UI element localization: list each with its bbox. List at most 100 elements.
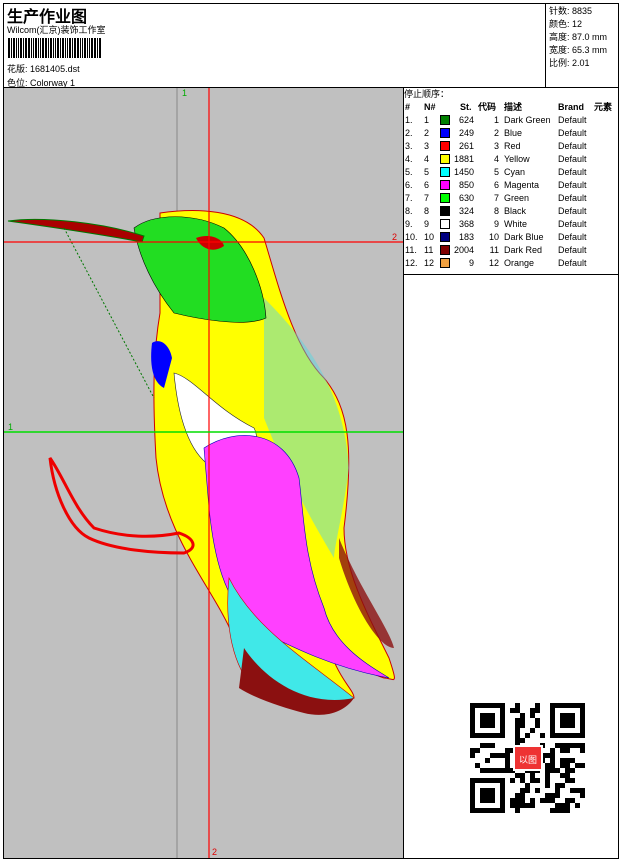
table-row: 2. 2 249 2 Blue Default [404,127,619,140]
row-code: 12 [488,258,499,268]
barcode-bar [23,38,24,58]
color-swatch [440,206,450,216]
table-row: 8. 8 324 8 Black Default [404,205,619,218]
barcode-bar [77,38,79,58]
row-n: 4 [424,154,430,164]
row-code: 5 [493,167,499,177]
barcode-bar [89,38,90,58]
barcode-bar [84,38,86,58]
row-index: 1. [405,115,413,125]
table-header: # N# St. 代码 描述 Brand 元素 [404,101,619,114]
row-index: 3. [405,141,413,151]
table-row: 6. 6 850 6 Magenta Default [404,179,619,192]
row-index: 2. [405,128,413,138]
barcode-bar [72,38,73,58]
col-stitches: St. [460,102,472,112]
row-n: 6 [424,180,430,190]
color-swatch [440,258,450,268]
row-index: 7. [405,193,413,203]
design-label: 花版: [7,64,28,74]
table-row: 3. 3 261 3 Red Default [404,140,619,153]
row-code: 4 [493,154,499,164]
color-swatch [440,154,450,164]
row-brand: Default [558,193,587,203]
row-index: 6. [405,180,413,190]
design-file-value: 1681405.dst [30,64,80,74]
barcode-bar [11,38,12,58]
col-code: 代码 [478,102,497,112]
row-index: 12. [405,258,418,268]
row-description: Red [504,141,521,151]
row-index: 5. [405,167,413,177]
barcode-bar [42,38,44,58]
row-brand: Default [558,115,587,125]
barcode-bar [33,38,34,58]
barcode-bar [20,38,22,58]
barcode-bar [50,38,52,58]
row-brand: Default [558,219,587,229]
barcode-bar [80,38,81,58]
row-brand: Default [558,245,587,255]
row-stitches: 261 [458,141,474,151]
design-scale: 比例: 2.01 [549,58,590,68]
row-code: 7 [493,193,499,203]
row-code: 2 [493,128,499,138]
table-row: 12. 12 9 12 Orange Default [404,257,619,270]
stop-sequence-table: 停止顺序： # N# St. 代码 描述 Brand 元素 1. 1 624 1… [404,88,619,275]
table-row: 10. 10 183 10 Dark Blue Default [404,231,619,244]
barcode-bar [45,38,47,58]
barcode-bar [38,38,39,58]
barcode-bar [28,38,30,58]
row-index: 4. [405,154,413,164]
row-stitches: 1881 [454,154,475,164]
guide-label-h2: 2 [392,232,398,242]
row-stitches: 630 [458,193,474,203]
row-description: Dark Red [504,245,543,255]
barcode-bar [8,38,10,58]
qr-stamp: 以图 [513,745,543,771]
barcode-bar [48,38,49,58]
barcode-bar [62,38,64,58]
row-code: 3 [493,141,499,151]
row-n: 11 [424,245,434,255]
barcode-bar [25,38,27,58]
barcode-bar [57,38,59,58]
bird-beak [7,218,145,243]
color-swatch [440,219,450,229]
color-count: 颜色: 12 [549,19,583,29]
row-code: 6 [493,180,499,190]
row-code: 8 [493,206,499,216]
barcode-bar [94,38,96,58]
col-brand: Brand [558,102,585,112]
row-n: 12 [424,258,435,268]
barcode-bar [97,38,98,58]
row-brand: Default [558,154,587,164]
row-stitches: 324 [458,206,474,216]
barcode-bar [53,38,54,58]
embroidery-design [4,88,403,858]
row-stitches: 249 [458,128,474,138]
row-stitches: 368 [458,219,474,229]
row-description: Blue [504,128,523,138]
row-code: 10 [488,232,499,242]
row-n: 8 [424,206,430,216]
row-description: Black [504,206,527,216]
company-name: Wilcom(汇京)装饰工作室 [7,25,106,35]
guide-label-h1: 1 [8,422,14,432]
row-description: Dark Green [504,115,551,125]
color-swatch [440,180,450,190]
row-code: 1 [493,115,499,125]
row-description: White [504,219,528,229]
col-description: 描述 [504,102,523,112]
barcode-bar [35,38,37,58]
design-width: 宽度: 65.3 mm [549,45,608,55]
row-stitches: 1450 [454,167,475,177]
guide-label-v2: 2 [212,847,218,857]
row-code: 9 [493,219,499,229]
design-info: 针数: 8835 颜色: 12 高度: 87.0 mm 宽度: 65.3 mm … [545,3,619,88]
row-index: 9. [405,219,413,229]
row-brand: Default [558,206,587,216]
row-description: Orange [504,258,535,268]
row-index: 10. [405,232,418,242]
color-swatch [440,128,450,138]
